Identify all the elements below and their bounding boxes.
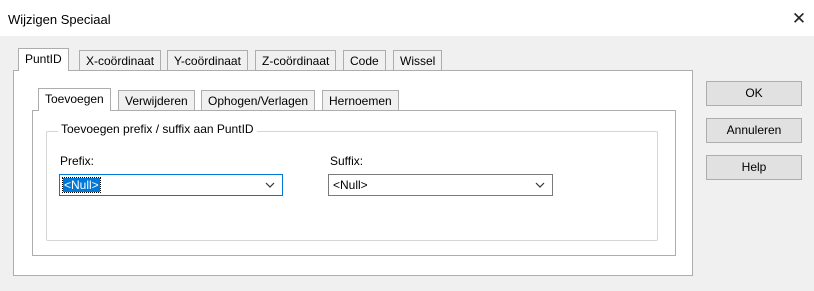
tab-x-coordinaat[interactable]: X-coördinaat [79,50,162,70]
tab-y-coordinaat[interactable]: Y-coördinaat [167,50,248,70]
chevron-down-icon[interactable] [264,178,276,192]
prefix-value: <Null> [62,177,101,193]
subtab-toevoegen[interactable]: Toevoegen [38,88,111,111]
suffix-value: <Null> [333,178,368,192]
tab-wissel[interactable]: Wissel [393,50,443,70]
titlebar-divider [0,36,814,38]
annuleren-button[interactable]: Annuleren [706,118,802,143]
close-icon[interactable]: ✕ [786,6,812,32]
ok-button[interactable]: OK [706,81,802,106]
subtab-ophogen-verlagen[interactable]: Ophogen/Verlagen [201,90,316,110]
suffix-label: Suffix: [330,154,364,168]
prefix-label: Prefix: [60,154,95,168]
chevron-down-icon[interactable] [534,178,546,192]
suffix-combobox[interactable]: <Null> [328,174,553,196]
tab-puntid[interactable]: PuntID [18,48,69,71]
window-title: Wijzigen Speciaal [8,12,111,27]
prefix-combobox[interactable]: <Null> [59,174,283,196]
dialog-window: Wijzigen Speciaal ✕ PuntID X-coördinaat … [0,0,814,291]
subtab-hernoemen[interactable]: Hernoemen [322,90,399,110]
help-button[interactable]: Help [706,155,802,180]
subtab-verwijderen[interactable]: Verwijderen [118,90,195,110]
title-bar: Wijzigen Speciaal ✕ [0,0,814,38]
groupbox-title: Toevoegen prefix / suffix aan PuntID [58,122,257,136]
tab-code[interactable]: Code [343,50,386,70]
tab-z-coordinaat[interactable]: Z-coördinaat [255,50,337,70]
